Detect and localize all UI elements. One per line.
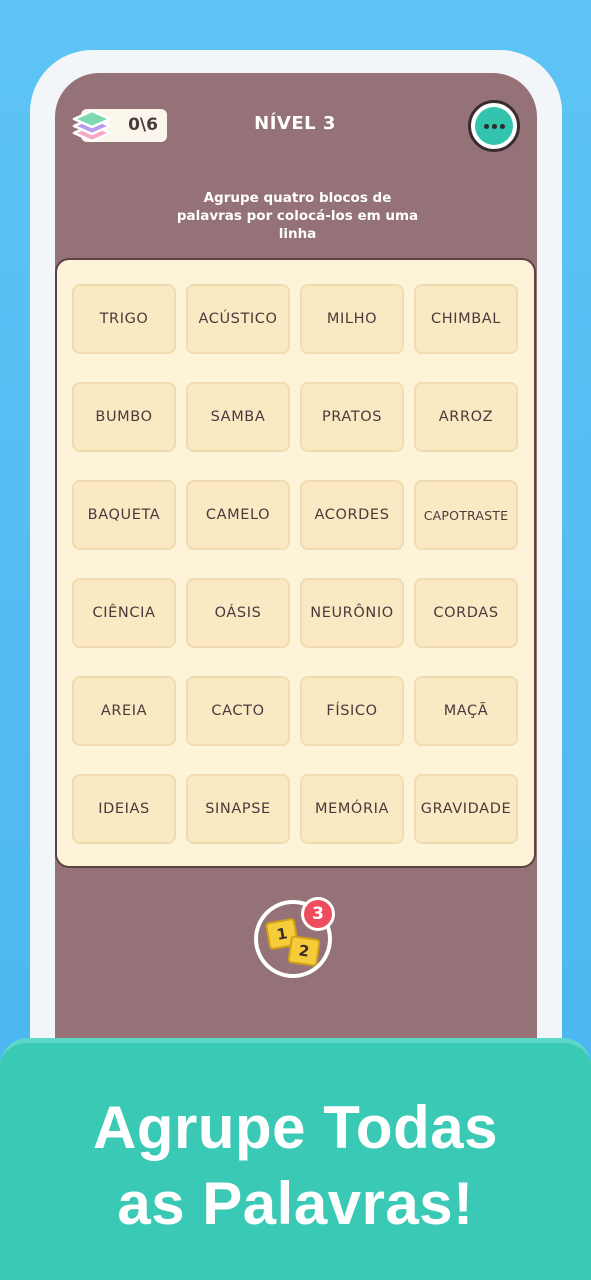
layers-icon — [72, 109, 112, 143]
progress-counter-text: 0\6 — [128, 115, 158, 135]
word-tile[interactable]: ACÚSTICO — [186, 284, 290, 354]
word-tile[interactable]: BUMBO — [72, 382, 176, 452]
instructions-text: Agrupe quatro blocos de palavras por col… — [176, 190, 419, 242]
word-tile[interactable]: ACORDES — [300, 480, 404, 550]
word-tile[interactable]: TRIGO — [72, 284, 176, 354]
word-tile[interactable]: MILHO — [300, 284, 404, 354]
game-screen: 0\6 NÍVEL 3 Agrupe quatro blocos de pala… — [55, 73, 537, 1110]
word-tile[interactable]: CACTO — [186, 676, 290, 746]
word-tile[interactable]: PRATOS — [300, 382, 404, 452]
word-tile[interactable]: FÍSICO — [300, 676, 404, 746]
word-tile[interactable]: CAMELO — [186, 480, 290, 550]
word-tile[interactable]: AREIA — [72, 676, 176, 746]
level-title: NÍVEL 3 — [254, 113, 336, 134]
promo-line-1: Agrupe Todas — [93, 1094, 498, 1161]
word-board: TRIGO ACÚSTICO MILHO CHIMBAL BUMBO SAMBA PRATO… — [55, 258, 536, 868]
word-tile[interactable]: IDEIAS — [72, 774, 176, 844]
word-tile[interactable]: NEURÔNIO — [300, 578, 404, 648]
word-tile[interactable]: ARROZ — [414, 382, 518, 452]
word-tile[interactable]: MAÇÃ — [414, 676, 518, 746]
word-tile[interactable]: MEMÓRIA — [300, 774, 404, 844]
promo-banner-text: Agrupe Todas as Palavras! — [0, 1090, 591, 1242]
word-tile[interactable]: SAMBA — [186, 382, 290, 452]
menu-button[interactable] — [468, 100, 520, 152]
word-tile[interactable]: SINAPSE — [186, 774, 290, 844]
word-tile[interactable]: BAQUETA — [72, 480, 176, 550]
hint-tile-2: 2 — [287, 935, 321, 967]
more-dots-icon — [475, 107, 513, 145]
word-tile[interactable]: CORDAS — [414, 578, 518, 648]
promo-line-2: as Palavras! — [117, 1170, 474, 1237]
word-tile[interactable]: CHIMBAL — [414, 284, 518, 354]
word-tile[interactable]: CAPOTRASTE — [414, 480, 518, 550]
word-tile[interactable]: OÁSIS — [186, 578, 290, 648]
word-tile[interactable]: CIÊNCIA — [72, 578, 176, 648]
word-tile[interactable]: GRAVIDADE — [414, 774, 518, 844]
hint-count-badge: 3 — [301, 897, 335, 931]
